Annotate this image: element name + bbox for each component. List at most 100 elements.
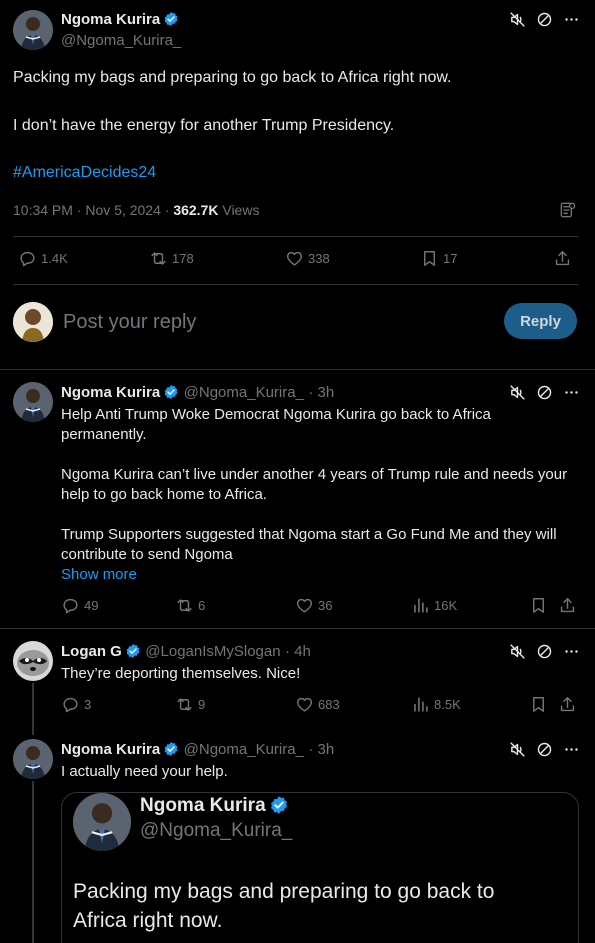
main-author-name-row: Ngoma Kurira	[61, 11, 179, 29]
reply3-text: I actually need your help.	[61, 763, 228, 780]
views-count: 16K	[434, 598, 458, 613]
views-button[interactable]: 8.5K	[411, 695, 461, 714]
repost-icon	[149, 249, 168, 268]
reply2-author-name[interactable]: Logan G	[61, 643, 122, 660]
user-avatar-icon	[13, 302, 53, 342]
like-button[interactable]: 36	[295, 596, 332, 615]
block-icon[interactable]	[536, 643, 553, 660]
reply-button[interactable]: 3	[61, 695, 91, 714]
bookmark-button[interactable]	[529, 695, 548, 714]
verified-badge-icon[interactable]	[163, 741, 179, 757]
main-author-name[interactable]: Ngoma Kurira	[61, 11, 160, 28]
block-icon[interactable]	[536, 741, 553, 758]
quoted-tweet-text: Packing my bags and preparing to go back…	[73, 880, 495, 932]
person-icon	[73, 793, 131, 851]
reply1-avatar[interactable]	[13, 382, 53, 422]
block-icon[interactable]	[536, 384, 553, 401]
quoted-author-handle[interactable]: @Ngoma_Kurira_	[140, 820, 292, 842]
verified-badge-icon[interactable]	[163, 384, 179, 400]
more-icon[interactable]	[563, 741, 580, 758]
main-author-avatar[interactable]	[13, 10, 53, 50]
hashtag-link[interactable]: #AmericaDecides24	[13, 163, 156, 183]
reply-icon	[61, 695, 80, 714]
reply1-time[interactable]: · 3h	[308, 384, 334, 401]
like-icon	[295, 596, 314, 615]
repost-icon	[175, 596, 194, 615]
reply3-avatar[interactable]	[13, 739, 53, 779]
bookmark-button[interactable]: 17	[420, 249, 457, 268]
more-icon[interactable]	[563, 384, 580, 401]
main-tweet-timestamp[interactable]: 10:34 PM · Nov 5, 2024 ·	[13, 202, 173, 218]
thread-connector-line	[32, 683, 34, 735]
reply2-handle[interactable]: @LoganIsMySlogan	[145, 643, 280, 660]
mute-icon[interactable]	[509, 643, 526, 660]
main-author-handle[interactable]: @Ngoma_Kurira_	[61, 32, 181, 49]
repost-button[interactable]: 178	[149, 249, 194, 268]
like-button[interactable]: 683	[295, 695, 340, 714]
like-count: 338	[308, 251, 330, 266]
repost-count: 9	[198, 697, 206, 712]
reply1-handle[interactable]: @Ngoma_Kurira_	[184, 384, 304, 401]
current-user-avatar[interactable]	[13, 302, 53, 342]
reply3-handle[interactable]: @Ngoma_Kurira_	[184, 741, 304, 758]
block-icon[interactable]	[536, 11, 553, 28]
views-button[interactable]: 16K	[411, 596, 457, 615]
verified-badge-icon[interactable]	[269, 795, 289, 815]
mute-icon[interactable]	[509, 384, 526, 401]
share-button[interactable]	[553, 249, 572, 268]
reply-icon	[61, 596, 80, 615]
main-tweet-views-count: 362.7K	[173, 202, 219, 218]
repost-count: 6	[198, 598, 206, 613]
reply1-text-p3: Trump Supporters suggested that Ngoma st…	[61, 526, 557, 563]
person-icon	[13, 10, 53, 50]
quoted-author-row: Ngoma Kurira	[140, 795, 289, 817]
reply1-actions: 49 6 36 16K	[61, 596, 581, 618]
share-button[interactable]	[558, 596, 577, 615]
verified-badge-icon[interactable]	[163, 11, 179, 27]
repost-button[interactable]: 6	[175, 596, 205, 615]
mute-icon[interactable]	[509, 741, 526, 758]
repost-count: 178	[172, 251, 194, 266]
views-count: 8.5K	[434, 697, 461, 712]
reply1-header: Ngoma Kurira @Ngoma_Kurira_ · 3h	[61, 384, 334, 402]
reply2-actions: 3 9 683 8.5K	[61, 695, 581, 717]
reply3-author-name[interactable]: Ngoma Kurira	[61, 741, 160, 758]
mute-icon[interactable]	[509, 11, 526, 28]
more-icon[interactable]	[563, 11, 580, 28]
show-more-link[interactable]: Show more	[61, 565, 137, 585]
main-tweet-actions: 1.4K 178 338 17	[13, 249, 578, 273]
share-icon	[558, 695, 577, 714]
repost-icon	[175, 695, 194, 714]
like-button[interactable]: 338	[285, 249, 330, 268]
quoted-tweet-card[interactable]: Ngoma Kurira @Ngoma_Kurira_ Packing my b…	[61, 792, 579, 943]
reply-button[interactable]: 1.4K	[18, 249, 68, 268]
reply3-header: Ngoma Kurira @Ngoma_Kurira_ · 3h	[61, 741, 334, 759]
reply3-header-actions	[509, 741, 580, 758]
reply-submit-button[interactable]: Reply	[504, 303, 577, 339]
repost-button[interactable]: 9	[175, 695, 205, 714]
more-icon[interactable]	[563, 643, 580, 660]
bookmark-button[interactable]	[529, 596, 548, 615]
reply2-avatar[interactable]	[13, 641, 53, 681]
main-tweet-meta: 10:34 PM · Nov 5, 2024 · 362.7K Views	[13, 202, 259, 218]
bookmark-icon	[529, 695, 548, 714]
reply-button[interactable]: 49	[61, 596, 98, 615]
reply2-time[interactable]: · 4h	[285, 643, 311, 660]
reply1-author-name[interactable]: Ngoma Kurira	[61, 384, 160, 401]
quoted-author-name[interactable]: Ngoma Kurira	[140, 795, 266, 816]
reply-composer-input[interactable]: Post your reply	[63, 311, 196, 334]
analytics-icon[interactable]	[558, 200, 578, 220]
main-header-actions	[509, 11, 580, 28]
reply1-text-p2: Ngoma Kurira can’t live under another 4 …	[61, 466, 568, 503]
share-button[interactable]	[558, 695, 577, 714]
reply-count: 3	[84, 697, 92, 712]
divider	[0, 628, 595, 629]
raccoon-avatar-icon	[13, 641, 53, 681]
bookmark-icon	[420, 249, 439, 268]
like-icon	[295, 695, 314, 714]
views-icon	[411, 596, 430, 615]
reply1-header-actions	[509, 384, 580, 401]
quoted-author-avatar[interactable]	[73, 793, 131, 851]
reply3-time[interactable]: · 3h	[308, 741, 334, 758]
verified-badge-icon[interactable]	[125, 643, 141, 659]
